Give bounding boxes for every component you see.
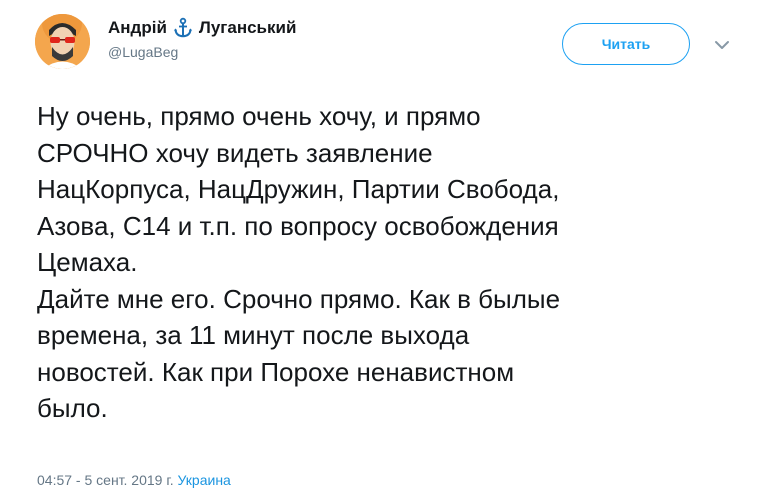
tweet-location[interactable]: Украина — [178, 472, 231, 488]
follow-button[interactable]: Читать — [562, 23, 690, 65]
display-name-last: Луганський — [198, 18, 297, 37]
avatar-portrait-icon — [35, 14, 90, 69]
chevron-down-icon[interactable] — [712, 37, 732, 53]
tweet-meta: 04:57 - 5 сент. 2019 г. Украина — [37, 471, 231, 489]
tweet-timestamp[interactable]: 04:57 - 5 сент. 2019 г. — [37, 472, 174, 488]
tweet-card: Андрій Луганський @LugaBeg Читать Ну оче… — [0, 0, 767, 503]
avatar[interactable] — [35, 14, 90, 69]
tweet-text: Ну очень, прямо очень хочу, и прямо СРОЧ… — [37, 101, 561, 423]
author-handle[interactable]: @LugaBeg — [108, 43, 296, 61]
author-block[interactable]: Андрій Луганський @LugaBeg — [108, 17, 296, 61]
display-name[interactable]: Андрій Луганський — [108, 17, 296, 39]
anchor-icon — [172, 17, 194, 39]
display-name-first: Андрій — [108, 18, 167, 37]
